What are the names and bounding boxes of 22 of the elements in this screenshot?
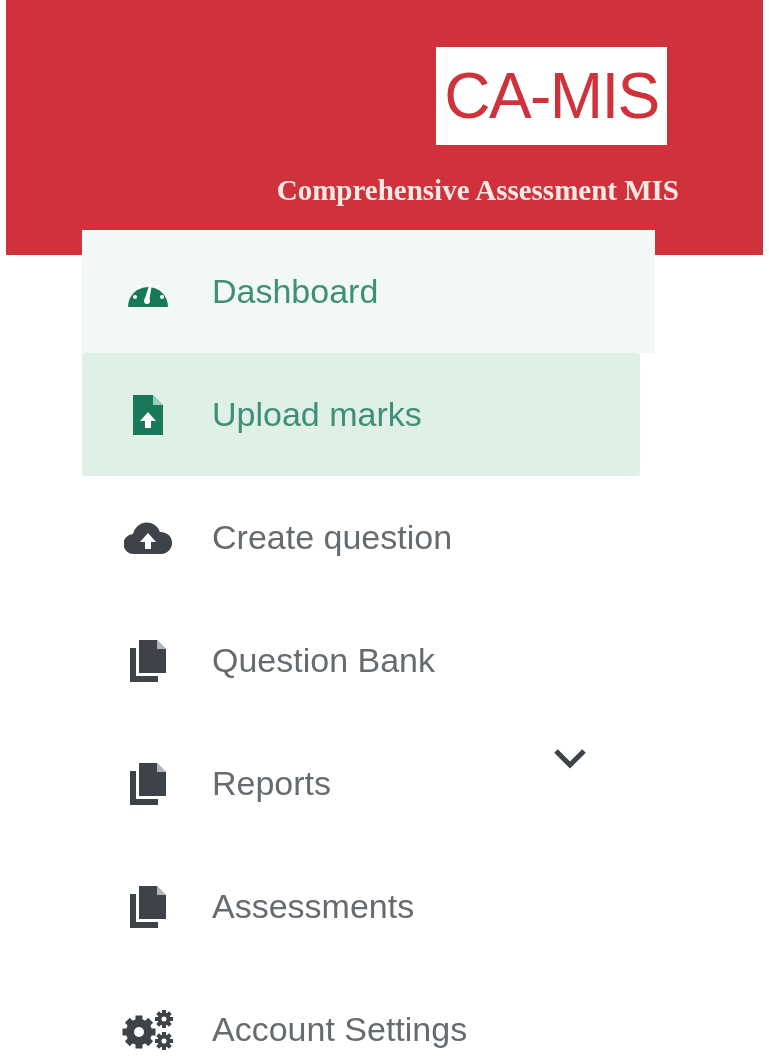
menu-item[interactable]: Account Settings xyxy=(82,968,640,1058)
header-subtitle: Comprehensive Assessment MIS xyxy=(276,173,679,208)
menu-label: Account Settings xyxy=(212,1009,468,1050)
menu-label: Reports xyxy=(212,763,332,804)
menu-item[interactable]: Dashboard xyxy=(82,230,655,353)
menu-label: Assessments xyxy=(212,886,415,927)
cloud-upload-icon xyxy=(123,520,172,555)
menu-item[interactable]: Question Bank xyxy=(82,599,640,722)
menu-label: Upload marks xyxy=(212,394,422,435)
menu-item[interactable]: Reports xyxy=(82,722,640,845)
files-icon xyxy=(129,762,166,805)
menu-item[interactable]: Upload marks xyxy=(82,353,640,476)
menu-item[interactable]: Create question xyxy=(82,476,640,599)
menu-label: Dashboard xyxy=(212,271,379,312)
file-upload-icon xyxy=(132,394,163,435)
files-icon xyxy=(129,639,166,682)
menu-item[interactable]: Assessments xyxy=(82,845,640,968)
menu-label: Question Bank xyxy=(212,640,436,681)
gears-icon xyxy=(121,1009,174,1050)
menu-label: Create question xyxy=(212,517,453,558)
logo: CA-MIS xyxy=(436,47,667,145)
files-icon xyxy=(129,885,166,928)
